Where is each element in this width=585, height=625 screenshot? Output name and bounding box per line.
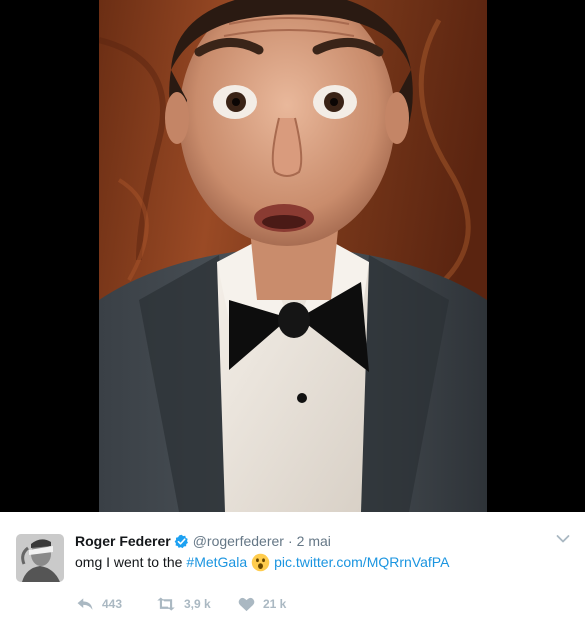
retweet-button[interactable]: 3,9 k (156, 597, 238, 611)
verified-badge-icon (174, 534, 188, 548)
author-screen-name[interactable]: @rogerfederer (193, 532, 284, 550)
tweet-text: omg I went to the #MetGala pic.twitter.c… (75, 552, 449, 572)
selfie-photo[interactable] (99, 0, 487, 512)
tweet-timestamp[interactable]: 2 mai (297, 532, 331, 550)
media-container (0, 0, 585, 512)
tweet-header: Roger Federer @rogerfederer · 2 mai (75, 532, 331, 550)
tweet-text-prefix: omg I went to the (75, 554, 183, 570)
tweet-card: Roger Federer @rogerfederer · 2 mai omg … (0, 512, 585, 625)
header-separator: · (287, 533, 293, 549)
media-link[interactable]: pic.twitter.com/MQRrnVafPA (274, 552, 449, 572)
hashtag-link[interactable]: #MetGala (186, 552, 247, 572)
chevron-down-icon[interactable] (556, 534, 570, 544)
tweet-actions: 443 3,9 k 21 k (76, 595, 318, 613)
astonished-face-emoji (251, 553, 270, 571)
reply-icon (77, 598, 93, 610)
like-button[interactable]: 21 k (238, 597, 318, 612)
reply-count: 443 (102, 597, 123, 611)
retweet-icon (157, 597, 175, 611)
retweet-count: 3,9 k (184, 597, 211, 611)
author-full-name[interactable]: Roger Federer (75, 532, 171, 550)
author-avatar[interactable] (16, 534, 64, 582)
heart-icon (238, 597, 255, 611)
reply-button[interactable]: 443 (76, 597, 156, 611)
like-count: 21 k (263, 597, 287, 611)
